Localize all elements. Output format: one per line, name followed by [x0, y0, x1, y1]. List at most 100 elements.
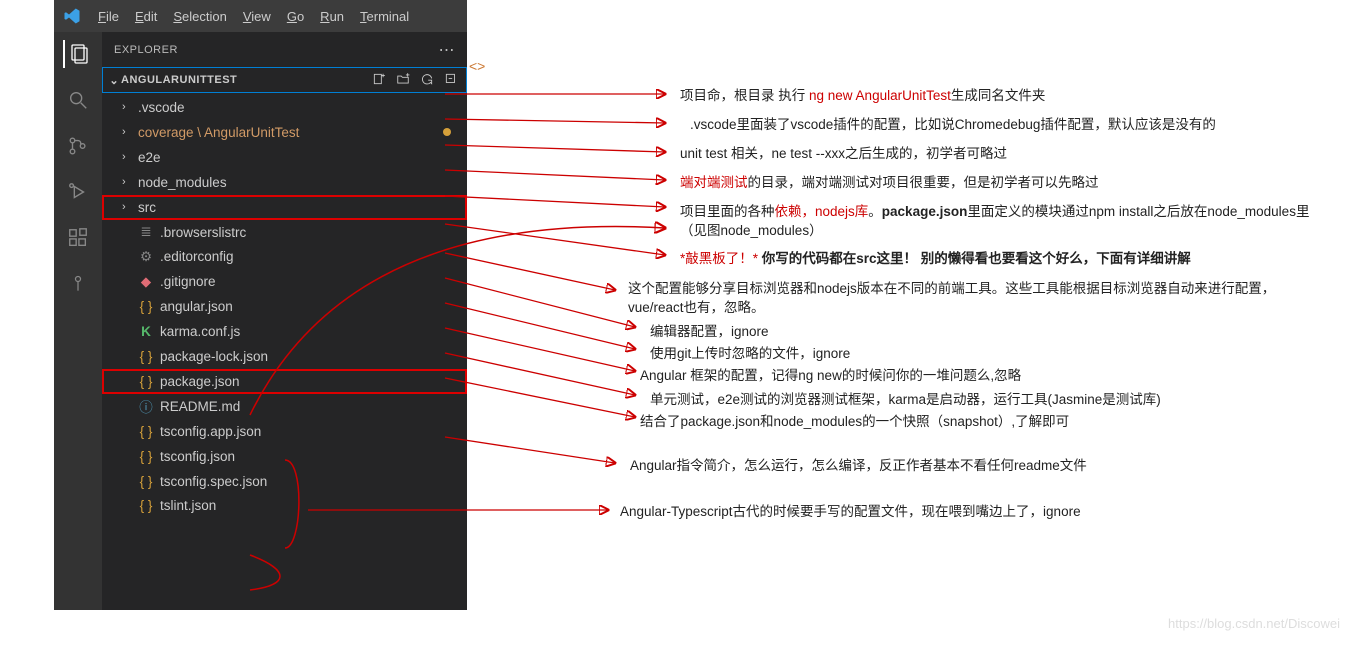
chevron-right-icon: › [122, 201, 132, 213]
menu-selection[interactable]: Selection [165, 5, 234, 28]
annotation-text: 编辑器配置，ignore [650, 322, 1320, 342]
extensions-icon[interactable] [64, 224, 92, 252]
annotation-row: 项目里面的各种依赖，nodejs库。package.json里面定义的模块通过n… [680, 202, 1320, 241]
tree-file[interactable]: { } tsconfig.spec.json [102, 469, 467, 494]
tree-folder[interactable]: › e2e [102, 145, 467, 170]
tree-item-label: coverage \ AngularUnitTest [138, 125, 299, 140]
debug-icon[interactable] [64, 178, 92, 206]
vscode-logo-icon [62, 6, 82, 26]
annotation-row: .vscode里面装了vscode插件的配置，比如说Chromedebug插件配… [690, 115, 1320, 135]
annotation-text: 项目命，根目录 执行 ng new AngularUnitTest生成同名文件夹 [680, 86, 1320, 106]
menu-run[interactable]: Run [312, 5, 352, 28]
tree-item-label: .vscode [138, 100, 185, 115]
tree-item-label: tsconfig.json [160, 449, 235, 464]
chevron-right-icon: › [122, 176, 132, 188]
save-point-icon[interactable] [64, 270, 92, 298]
annotation-row: Angular指令简介，怎么运行，怎么编译，反正作者基本不看任何readme文件 [630, 456, 1320, 476]
tree-folder[interactable]: › node_modules [102, 170, 467, 195]
annotation-text: 结合了package.json和node_modules的一个快照（snapsh… [640, 412, 1320, 432]
project-name: ANGULARUNITTEST [121, 74, 372, 86]
tree-item-label: node_modules [138, 175, 227, 190]
annotation-text: 这个配置能够分享目标浏览器和nodejs版本在不同的前端工具。这些工具能根据目标… [628, 279, 1320, 318]
tree-item-label: e2e [138, 150, 161, 165]
tree-item-label: tslint.json [160, 498, 216, 513]
annotation-text: .vscode里面装了vscode插件的配置，比如说Chromedebug插件配… [690, 115, 1320, 135]
tree-item-label: package-lock.json [160, 349, 268, 364]
annotation-text: 项目里面的各种依赖，nodejs库。package.json里面定义的模块通过n… [680, 202, 1320, 241]
tree-item-label: .gitignore [160, 274, 216, 289]
tree-item-label: src [138, 200, 156, 215]
refresh-icon[interactable] [420, 72, 434, 89]
chevron-right-icon: › [122, 126, 132, 138]
tree-item-label: tsconfig.spec.json [160, 474, 267, 489]
annotation-text: 端对端测试的目录，端对端测试对项目很重要，但是初学者可以先略过 [680, 173, 1320, 193]
new-folder-icon[interactable] [396, 72, 410, 89]
collapse-icon[interactable] [444, 72, 458, 89]
tree-file[interactable]: ⚙ .editorconfig [102, 244, 467, 269]
menubar: File Edit Selection View Go Run Terminal [54, 0, 467, 32]
tree-folder[interactable]: › coverage \ AngularUnitTest [102, 120, 467, 145]
tree-file[interactable]: { } tsconfig.json [102, 444, 467, 469]
tree-file[interactable]: ⓘ README.md [102, 394, 467, 419]
file-icon: { } [138, 424, 154, 439]
explorer-sidebar: EXPLORER ⋯ ⌄ ANGULARUNITTEST › .vscode › co… [102, 32, 467, 610]
annotation-row: 结合了package.json和node_modules的一个快照（snapsh… [640, 412, 1320, 432]
file-tree: ›.vscode›coverage \ AngularUnitTest›e2e›… [102, 93, 467, 518]
annotation-row: 使用git上传时忽略的文件，ignore [650, 344, 1320, 364]
file-icon: ≣ [138, 224, 154, 240]
file-icon: ⓘ [138, 396, 154, 416]
file-icon: { } [138, 374, 154, 389]
annotation-text: 使用git上传时忽略的文件，ignore [650, 344, 1320, 364]
chevron-down-icon: ⌄ [107, 74, 121, 87]
menu-edit[interactable]: Edit [127, 5, 165, 28]
tree-folder[interactable]: › .vscode [102, 95, 467, 120]
annotation-row: 项目命，根目录 执行 ng new AngularUnitTest生成同名文件夹 [680, 86, 1320, 106]
annotation-row: 这个配置能够分享目标浏览器和nodejs版本在不同的前端工具。这些工具能根据目标… [628, 279, 1320, 318]
tree-file[interactable]: ≣ .browserslistrc [102, 220, 467, 245]
new-file-icon[interactable] [372, 72, 386, 89]
tree-item-label: README.md [160, 399, 240, 414]
file-icon: ◆ [138, 274, 154, 290]
tree-item-label: .browserslistrc [160, 225, 246, 240]
chevron-right-icon: › [122, 101, 132, 113]
annotation-text: *敲黑板了！* 你写的代码都在src这里！ 别的懒得看也要看这个好么，下面有详细… [680, 249, 1320, 269]
annotation-row: Angular 框架的配置，记得ng new的时候问你的一堆问题么,忽略 [640, 366, 1320, 386]
annotation-text: Angular指令简介，怎么运行，怎么编译，反正作者基本不看任何readme文件 [630, 456, 1320, 476]
annotation-text: Angular-Typescript古代的时候要手写的配置文件，现在喂到嘴边上了… [620, 502, 1320, 522]
file-icon: ⚙ [138, 249, 154, 265]
files-icon[interactable] [63, 40, 91, 68]
search-icon[interactable] [64, 86, 92, 114]
menu-terminal[interactable]: Terminal [352, 5, 417, 28]
tree-file[interactable]: { } package-lock.json [102, 344, 467, 369]
tree-file[interactable]: { }angular.json [102, 294, 467, 319]
tree-item-label: .editorconfig [160, 249, 234, 264]
chevron-right-icon: › [122, 151, 132, 163]
file-icon: K [138, 324, 154, 339]
annotation-row: Angular-Typescript古代的时候要手写的配置文件，现在喂到嘴边上了… [620, 502, 1320, 522]
menu-file[interactable]: File [90, 5, 127, 28]
project-header[interactable]: ⌄ ANGULARUNITTEST [102, 67, 467, 93]
tree-file[interactable]: { } package.json [102, 369, 467, 394]
file-icon: { } [138, 349, 154, 364]
more-icon[interactable]: ⋯ [439, 40, 456, 60]
file-icon: { } [138, 498, 154, 513]
tree-file[interactable]: ◆ .gitignore [102, 269, 467, 294]
tree-file[interactable]: { } tsconfig.app.json [102, 419, 467, 444]
annotation-row: *敲黑板了！* 你写的代码都在src这里！ 别的懒得看也要看这个好么，下面有详细… [680, 249, 1320, 269]
tree-file[interactable]: Kkarma.conf.js [102, 319, 467, 344]
editor-tab-hint: <> [469, 58, 485, 74]
tree-item-label: tsconfig.app.json [160, 424, 261, 439]
menu-go[interactable]: Go [279, 5, 312, 28]
tree-folder[interactable]: › src [102, 195, 467, 220]
watermark: https://blog.csdn.net/Discowei [1168, 616, 1340, 631]
menu-view[interactable]: View [235, 5, 279, 28]
source-control-icon[interactable] [64, 132, 92, 160]
file-icon: { } [138, 449, 154, 464]
tree-item-label: package.json [160, 374, 240, 389]
explorer-title: EXPLORER [114, 44, 178, 56]
tree-file[interactable]: { } tslint.json [102, 493, 467, 518]
file-icon: { } [138, 474, 154, 489]
annotation-row: 编辑器配置，ignore [650, 322, 1320, 342]
file-icon: { } [138, 299, 154, 314]
annotation-text: 单元测试，e2e测试的浏览器测试框架，karma是启动器，运行工具(Jasmin… [650, 390, 1320, 410]
